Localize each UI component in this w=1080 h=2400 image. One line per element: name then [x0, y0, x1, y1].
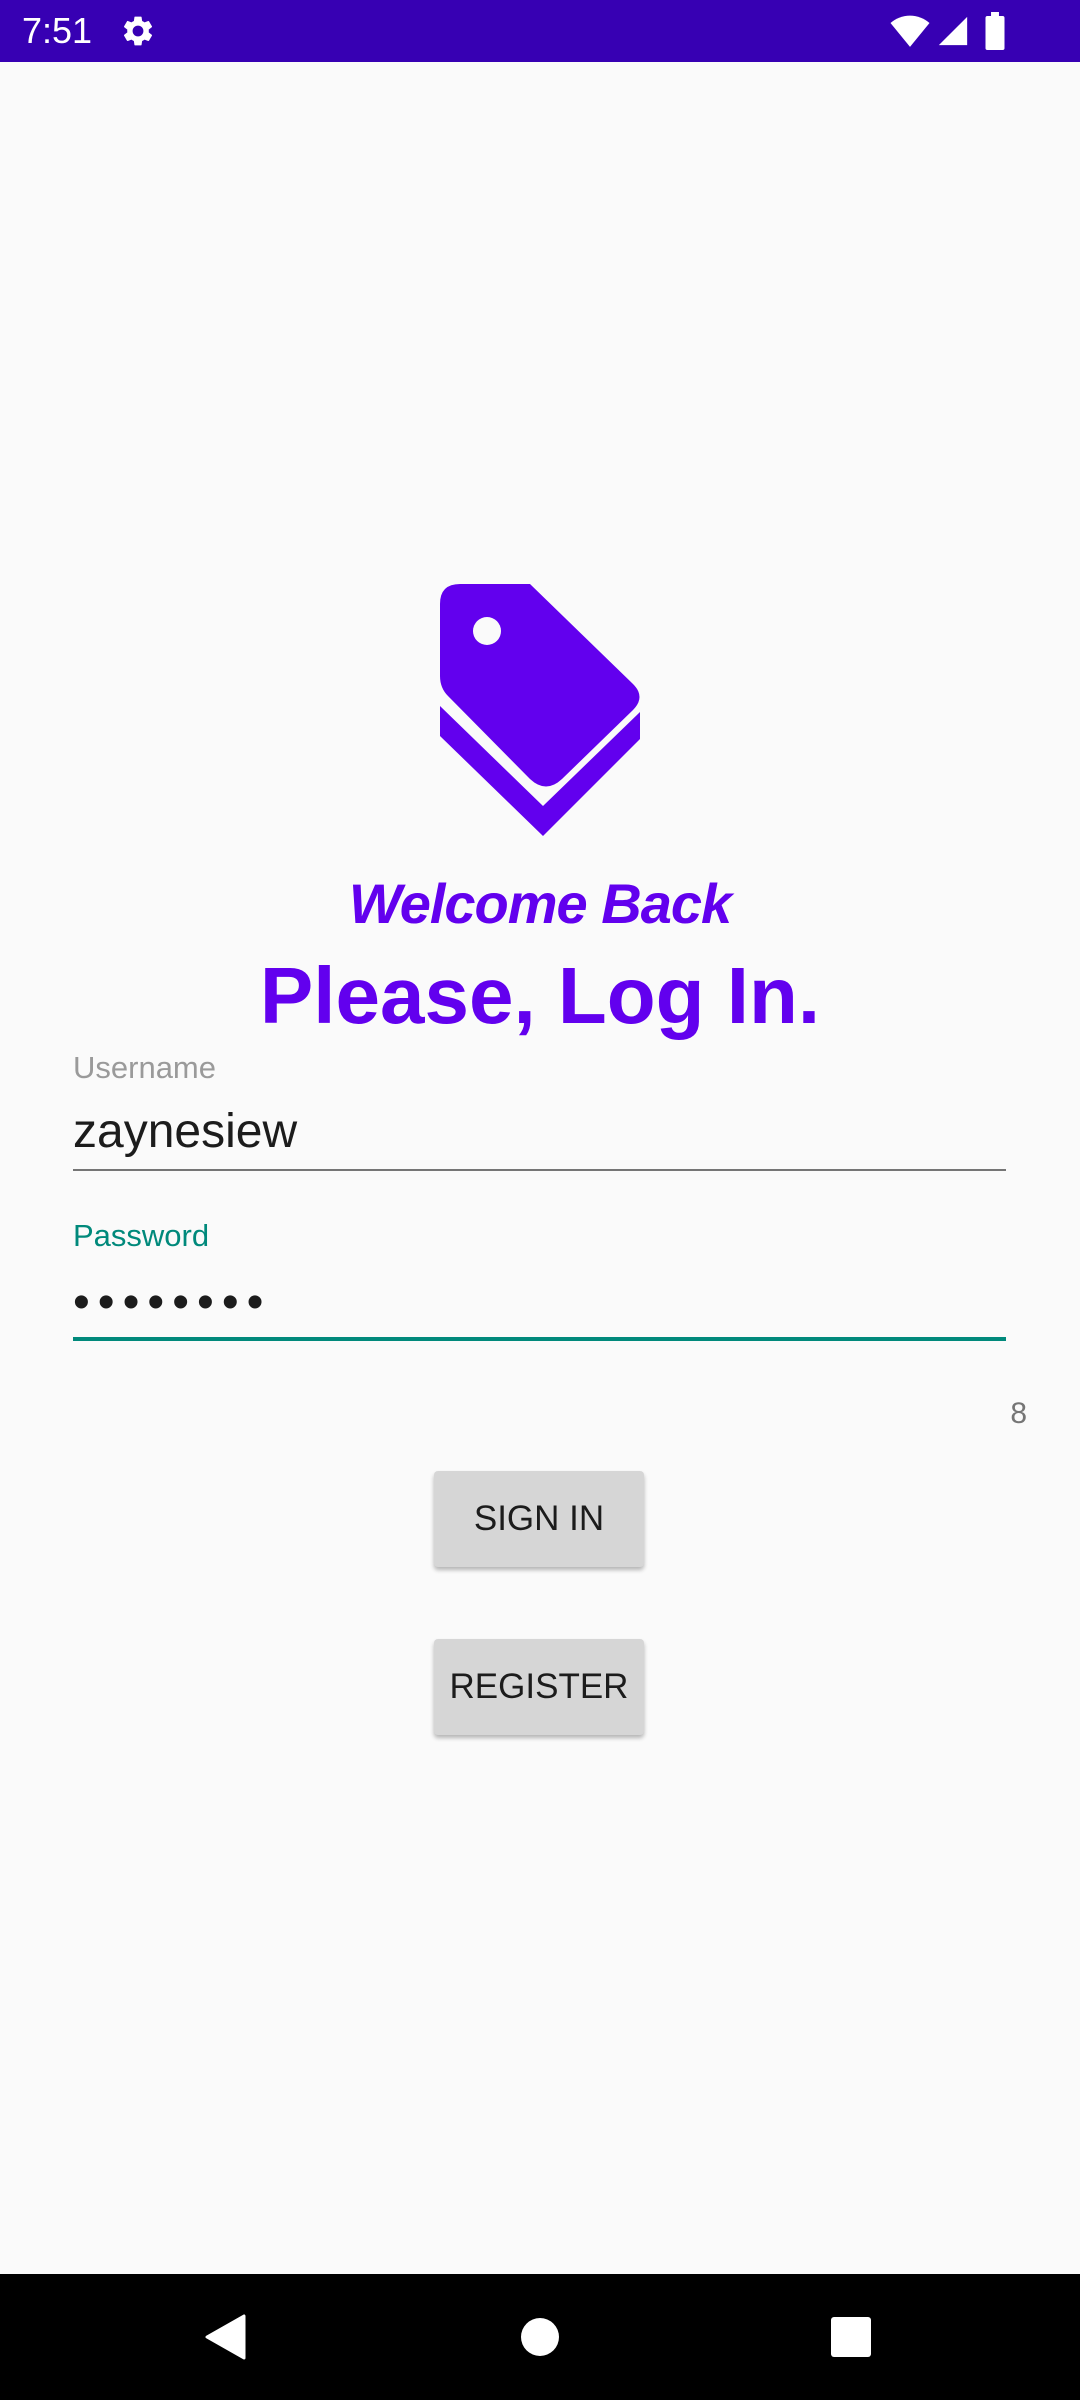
- password-underline: [73, 1337, 1006, 1341]
- recents-icon[interactable]: [831, 2317, 871, 2357]
- password-label: Password: [73, 1218, 210, 1253]
- back-icon[interactable]: [204, 2314, 246, 2360]
- status-bar: 7:51: [0, 0, 1080, 62]
- cellular-signal-icon: [938, 16, 968, 46]
- wifi-icon: [890, 15, 930, 47]
- register-button[interactable]: REGISTER: [434, 1639, 644, 1735]
- password-field[interactable]: ••••••••: [73, 1272, 1006, 1334]
- battery-icon: [985, 12, 1005, 50]
- username-label: Username: [73, 1050, 216, 1085]
- username-underline: [73, 1169, 1006, 1171]
- password-char-counter: 8: [1010, 1397, 1027, 1430]
- home-icon[interactable]: [520, 2317, 560, 2357]
- settings-gear-icon: [123, 16, 153, 46]
- username-field[interactable]: [73, 1100, 1006, 1162]
- price-tags-icon: [440, 584, 640, 836]
- page-title: Please, Log In.: [259, 951, 821, 1040]
- welcome-text: Welcome Back: [348, 872, 732, 935]
- status-time: 7:51: [22, 10, 93, 51]
- sign-in-button[interactable]: SIGN IN: [434, 1471, 644, 1567]
